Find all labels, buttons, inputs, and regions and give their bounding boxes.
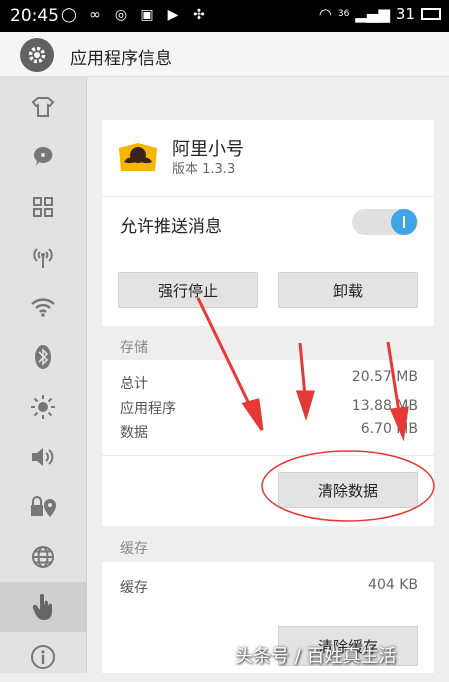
red-arrow-2 [298,342,307,397]
annotation-overlay [196,297,435,522]
red-arrow-head-3 [389,406,409,442]
red-highlight-ellipse [261,450,435,522]
red-arrow-head-2 [295,390,315,422]
red-arrow-1 [196,297,254,411]
red-arrow-head-1 [241,398,264,431]
watermark-text: 头条号 / 百姓真生活 [235,646,397,667]
red-arrow-3 [386,341,401,413]
